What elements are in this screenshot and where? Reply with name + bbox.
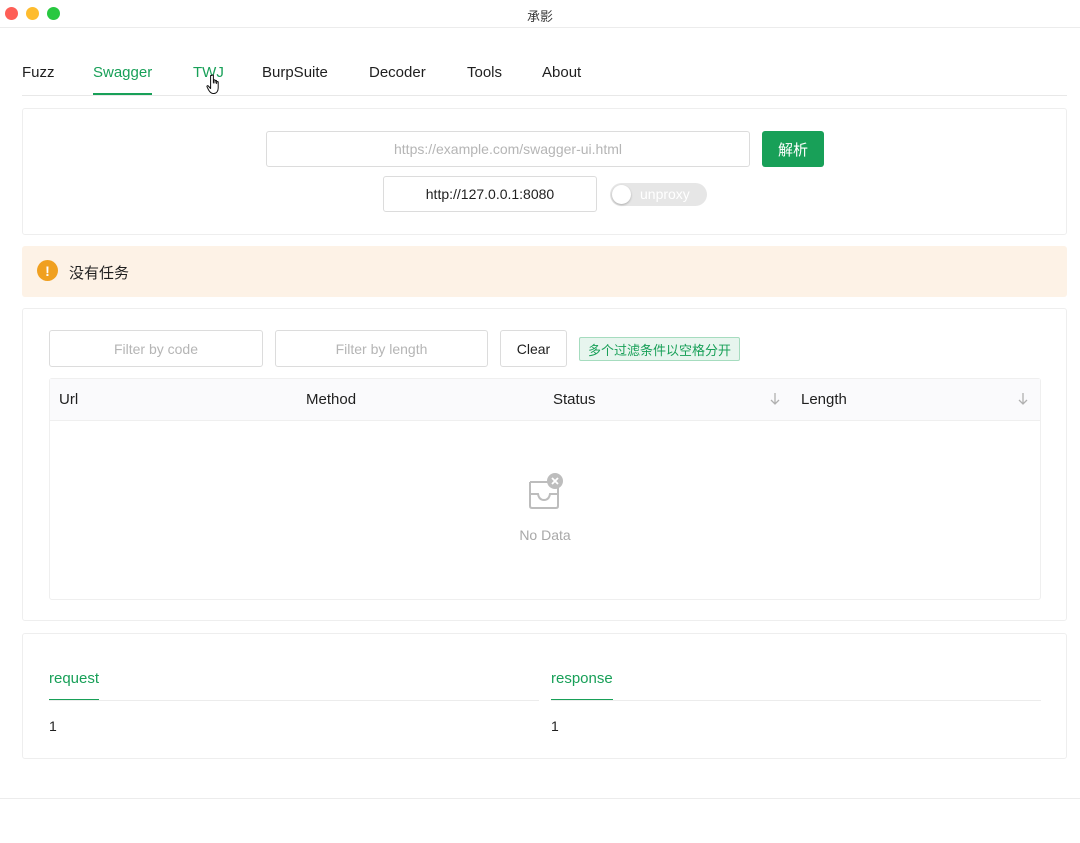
parse-button[interactable]: 解析: [762, 131, 824, 167]
status-alert: ! 没有任务: [22, 246, 1067, 297]
filter-length-input[interactable]: Filter by length: [275, 330, 488, 367]
sort-arrow-down-icon[interactable]: [1016, 391, 1030, 407]
tab-decoder[interactable]: Decoder: [369, 64, 426, 95]
request-response-panel: request 1 response 1: [22, 633, 1067, 759]
filter-code-input[interactable]: Filter by code: [49, 330, 263, 367]
main-tabs: Fuzz Swagger TWJ BurpSuite Decoder Tools…: [22, 56, 1067, 96]
table-header: Url Method Status Length: [50, 379, 1040, 421]
window-title: 承影: [526, 10, 553, 25]
exclamation-icon: !: [37, 260, 58, 281]
column-header-length[interactable]: Length: [801, 391, 847, 408]
proxy-switch-label: unproxy: [640, 186, 690, 202]
tab-swagger[interactable]: Swagger: [93, 64, 153, 95]
pointer-hand-cursor-icon: [206, 74, 219, 94]
column-header-method: Method: [306, 391, 357, 408]
swagger-input-panel: https://example.com/swagger-ui.html 解析 h…: [22, 108, 1067, 235]
clear-button[interactable]: Clear: [500, 330, 567, 367]
tab-burpsuite[interactable]: BurpSuite: [262, 64, 328, 95]
tab-tools[interactable]: Tools: [467, 64, 502, 95]
column-header-status[interactable]: Status: [553, 391, 596, 408]
results-panel: Filter by code Filter by length Clear 多个…: [22, 308, 1067, 621]
empty-inbox-icon: [529, 473, 563, 509]
response-content[interactable]: 1: [551, 718, 559, 734]
switch-knob: [612, 185, 631, 204]
request-content[interactable]: 1: [49, 718, 57, 734]
swagger-url-input[interactable]: https://example.com/swagger-ui.html: [266, 131, 750, 167]
sort-arrow-down-icon[interactable]: [768, 391, 782, 407]
tab-request[interactable]: request: [49, 670, 100, 701]
column-header-url: Url: [59, 391, 79, 408]
divider: [49, 700, 539, 701]
footer-divider: [0, 798, 1080, 799]
divider: [551, 700, 1041, 701]
tab-about[interactable]: About: [542, 64, 581, 95]
proxy-address-input[interactable]: http://127.0.0.1:8080: [383, 176, 597, 212]
proxy-toggle-switch[interactable]: unproxy: [610, 183, 707, 206]
tab-response[interactable]: response: [551, 670, 613, 701]
results-table: Url Method Status Length No Data: [49, 378, 1041, 600]
title-bar: 承影: [0, 0, 1080, 28]
filter-hint-tag: 多个过滤条件以空格分开: [579, 337, 740, 361]
empty-text: No Data: [519, 527, 571, 543]
alert-message: 没有任务: [69, 264, 130, 282]
tab-fuzz[interactable]: Fuzz: [22, 64, 55, 95]
